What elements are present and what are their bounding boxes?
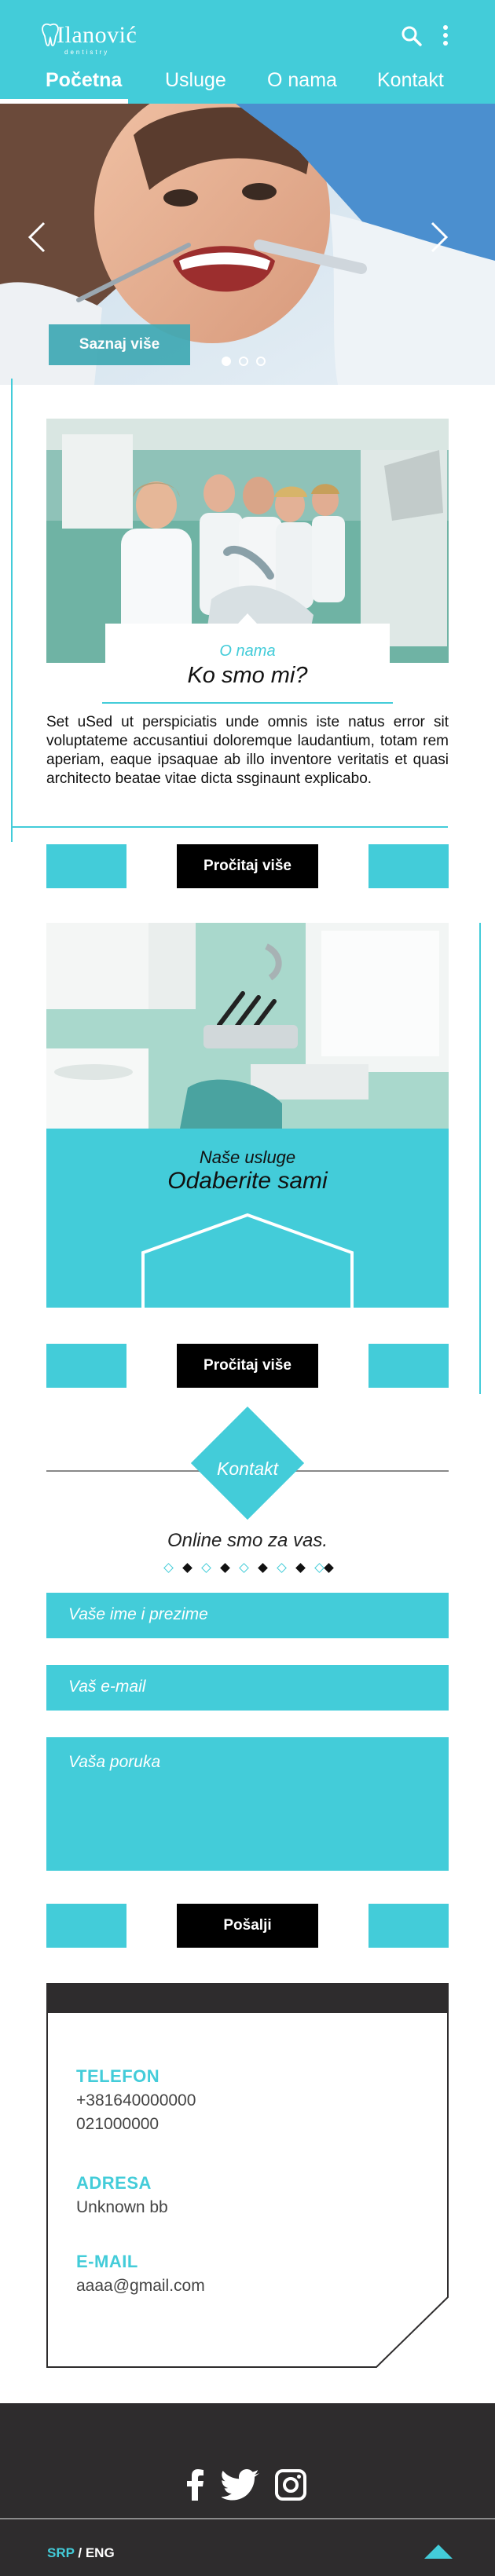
email-heading: E-MAIL [76,2252,138,2271]
divider [0,2518,495,2519]
diamond-icon [277,1563,287,1573]
phone-heading: TELEFON [76,2066,160,2086]
chevron-left-icon[interactable] [27,220,47,254]
button-side-block [46,1904,126,1948]
slider-dot[interactable] [222,357,231,366]
diamond-icon [201,1563,211,1573]
message-field[interactable]: Vaša poruka [46,1737,449,1871]
nav-item-o-nama[interactable]: O nama [267,69,337,92]
contact-info-card: TELEFON +381640000000 021000000 ADRESA U… [46,1983,449,2368]
lang-option-selected[interactable]: SRP [47,2545,75,2560]
main-nav: Početna Usluge O nama Kontakt [0,61,495,104]
twitter-icon[interactable] [222,2469,259,2501]
address-heading: ADRESA [76,2173,152,2193]
phone-value: +381640000000 [76,2091,196,2109]
diamond-icon [324,1563,334,1573]
triangle-up-icon[interactable] [424,2541,453,2560]
phone-value: 021000000 [76,2115,160,2133]
submit-button-row: Pošalji [46,1904,449,1948]
more-vertical-icon[interactable] [441,24,450,47]
button-side-block [368,1904,449,1948]
nav-item-kontakt[interactable]: Kontakt [377,69,444,92]
button-side-block [368,1344,449,1388]
slider-dot[interactable] [256,357,266,366]
about-read-more-button[interactable]: Pročitaj više [177,844,318,888]
slider-dot[interactable] [239,357,248,366]
site-footer: SRP / ENG [0,2403,495,2576]
logo[interactable]: Ilanović dentistry [41,19,151,56]
language-switcher: SRP / ENG [47,2545,115,2561]
email-value: aaaa@gmail.com [76,2277,205,2295]
address-value: Unknown bb [76,2198,168,2216]
site-header: Ilanović dentistry Početna Usluge O nama… [0,0,495,104]
diamond-icon [314,1563,324,1573]
logo-tagline: dentistry [64,49,110,56]
about-text: Set uSed ut perspiciatis unde omnis iste… [46,714,449,787]
services-title: Odaberite sami [167,1168,328,1194]
search-icon[interactable] [401,25,423,47]
about-kicker: O nama [219,642,276,660]
facebook-icon[interactable] [187,2469,204,2501]
button-side-block [368,844,449,888]
button-side-block [46,1344,126,1388]
services-button-row: Pročitaj više [46,1344,449,1388]
lang-separator: / [74,2545,86,2560]
services-clinic-photo [46,923,449,1129]
submit-button[interactable]: Pošalji [177,1904,318,1948]
about-title: Ko smo mi? [187,663,308,688]
diamond-icon [220,1563,230,1573]
lang-option[interactable]: ENG [86,2545,115,2560]
email-field[interactable]: Vaš e-mail [46,1665,449,1711]
chevron-right-icon[interactable] [429,220,449,254]
card-notch [237,613,258,624]
diamond-icon [182,1563,192,1573]
hero-slider: Saznaj više [0,104,495,385]
divider [102,702,393,704]
about-button-row: Pročitaj više [46,844,449,888]
diamond-icon [239,1563,249,1573]
about-card: O nama Ko smo mi? [105,613,390,702]
nav-item-pocetna[interactable]: Početna [46,69,122,92]
services-card: Naše usluge Odaberite sami [46,1129,449,1308]
services-kicker: Naše usluge [199,1147,296,1167]
nav-item-usluge[interactable]: Usluge [165,69,226,92]
contact-subtitle: Online smo za vas. [167,1530,328,1551]
learn-more-button[interactable]: Saznaj više [49,324,190,365]
instagram-icon[interactable] [275,2469,306,2501]
diamond-icon [295,1563,306,1573]
diamond-icon [258,1563,268,1573]
services-read-more-button[interactable]: Pročitaj više [177,1344,318,1388]
logo-wordmark: Ilanović [57,22,138,48]
button-side-block [46,844,126,888]
contact-heading: Kontakt [217,1458,278,1479]
name-field[interactable]: Vaše ime i prezime [46,1593,449,1638]
divider [11,826,448,828]
side-rule-left [11,379,13,842]
diamond-icon [163,1563,174,1573]
side-rule-right [479,923,481,1394]
